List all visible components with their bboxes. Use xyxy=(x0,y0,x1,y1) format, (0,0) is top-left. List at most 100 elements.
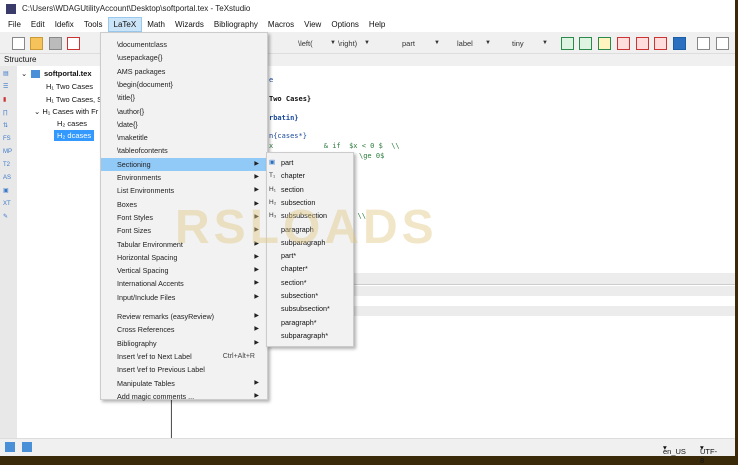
collapse-icon[interactable]: ⌄ xyxy=(21,69,27,78)
language-select[interactable]: en_US ▾ xyxy=(663,443,686,456)
sectioning-item-part[interactable]: ▣ part xyxy=(267,156,353,169)
latex-menu-item[interactable]: Add magic comments ... ▶ xyxy=(101,390,267,403)
latex-menu-item[interactable]: Boxes ▶ xyxy=(101,198,267,211)
fs-icon[interactable]: FS xyxy=(3,135,13,144)
menu-view[interactable]: View xyxy=(299,17,326,32)
sectioning-item-subsection[interactable]: H₂ subsection xyxy=(267,196,353,209)
menu-item-label: Tabular Environment xyxy=(117,239,183,249)
sectioning-item-section-star[interactable]: section* xyxy=(267,276,353,289)
latex-menu-item[interactable]: \author{} xyxy=(101,105,267,118)
latex-menu-item[interactable]: Insert \ref to Previous Label xyxy=(101,363,267,376)
latex-menu-item[interactable]: Font Sizes ▶ xyxy=(101,224,267,237)
latex-menu-item[interactable]: \usepackage{} xyxy=(101,51,267,64)
latex-menu-item[interactable]: International Accents ▶ xyxy=(101,277,267,290)
tree-item[interactable]: H₂ cases xyxy=(57,119,87,128)
sectioning-item-subparagraph-star[interactable]: subparagraph* xyxy=(267,329,353,342)
table-align-icon[interactable] xyxy=(673,37,686,50)
tree-root[interactable]: softportal.tex xyxy=(44,69,92,78)
document-2-icon[interactable] xyxy=(716,37,729,50)
close-file-icon[interactable] xyxy=(67,37,80,50)
t2-icon[interactable]: T2 xyxy=(3,161,13,170)
table-remove-column-icon[interactable] xyxy=(636,37,649,50)
latex-menu-item[interactable]: \date{} xyxy=(101,118,267,131)
table-columns-icon[interactable] xyxy=(579,37,592,50)
toc-icon[interactable]: ☰ xyxy=(3,83,13,92)
bookmarks-icon[interactable]: ▮ xyxy=(3,96,13,105)
latex-menu-item[interactable]: Tabular Environment ▶ xyxy=(101,238,267,251)
latex-menu-item[interactable]: Insert \ref to Next Label Ctrl+Alt+R xyxy=(101,350,267,363)
sectioning-item-subsubsection-star[interactable]: subsubsection* xyxy=(267,302,353,315)
tree-item[interactable]: ⌄ H₁ Cases with Fr xyxy=(34,107,98,116)
as-icon[interactable]: AS xyxy=(3,174,13,183)
latex-menu-item[interactable]: Font Styles ▶ xyxy=(101,211,267,224)
font-size-select[interactable]: tiny ▼ xyxy=(512,37,548,49)
latex-menu-item[interactable]: Sectioning ▶ xyxy=(101,157,267,171)
panel-toggle-2-icon[interactable] xyxy=(22,442,32,452)
new-file-icon[interactable] xyxy=(12,37,25,50)
right-delimiter-select[interactable]: \right) ▼ xyxy=(338,37,370,49)
latex-menu-item[interactable]: Review remarks (easyReview) ▶ xyxy=(101,310,267,323)
encoding-select[interactable]: UTF-8 ▾ xyxy=(700,443,717,465)
sectioning-item-subparagraph[interactable]: subparagraph xyxy=(267,236,353,249)
menu-options[interactable]: Options xyxy=(326,17,364,32)
math-symbols-icon[interactable]: ∏ xyxy=(3,109,13,118)
save-icon[interactable] xyxy=(49,37,62,50)
table-remove-row-icon[interactable] xyxy=(617,37,630,50)
latex-menu-item[interactable]: \documentclass xyxy=(101,38,267,51)
latex-menu-item[interactable]: Bibliography ▶ xyxy=(101,337,267,350)
menu-item-label: Insert \ref to Next Label xyxy=(117,351,192,361)
menu-help[interactable]: Help xyxy=(364,17,390,32)
latex-menu-item[interactable]: \title{} xyxy=(101,91,267,104)
menu-wizards[interactable]: Wizards xyxy=(170,17,209,32)
structure-icon[interactable]: ▤ xyxy=(3,70,13,79)
arrows-icon[interactable]: ⇅ xyxy=(3,122,13,131)
menu-idefix[interactable]: Idefix xyxy=(50,17,79,32)
sectioning-item-paragraph-star[interactable]: paragraph* xyxy=(267,316,353,329)
latex-menu-item[interactable]: Vertical Spacing ▶ xyxy=(101,264,267,277)
panel-toggle-icon[interactable] xyxy=(5,442,15,452)
menu-item-label: \title{} xyxy=(117,93,135,103)
pictures-icon[interactable]: ▣ xyxy=(3,187,13,196)
left-delimiter-select[interactable]: \left(▼ xyxy=(298,37,336,49)
menu-item-label: \tableofcontents xyxy=(117,146,168,156)
table-icon[interactable] xyxy=(561,37,574,50)
menu-item-label: part xyxy=(281,158,294,167)
sectioning-item-chapter-star[interactable]: chapter* xyxy=(267,262,353,275)
sectioning-item-paragraph[interactable]: paragraph xyxy=(267,223,353,236)
menu-file[interactable]: File xyxy=(3,17,26,32)
latex-menu-item[interactable]: Manipulate Tables ▶ xyxy=(101,377,267,390)
document-icon[interactable] xyxy=(697,37,710,50)
open-folder-icon[interactable] xyxy=(30,37,43,50)
latex-menu-item[interactable]: \tableofcontents xyxy=(101,144,267,157)
latex-menu-item[interactable]: Horizontal Spacing ▶ xyxy=(101,251,267,264)
sectioning-item-subsubsection[interactable]: H₃ subsubsection xyxy=(267,209,353,222)
latex-menu-item[interactable]: AMS packages xyxy=(101,65,267,78)
latex-menu-item[interactable]: \maketitle xyxy=(101,131,267,144)
menu-bibliography[interactable]: Bibliography xyxy=(209,17,263,32)
tree-item[interactable]: H₁ Two Cases, S xyxy=(46,95,102,104)
tree-item[interactable]: H₁ Two Cases xyxy=(46,82,93,91)
menu-math[interactable]: Math xyxy=(142,17,170,32)
sectioning-item-subsection-star[interactable]: subsection* xyxy=(267,289,353,302)
table-insert-icon[interactable] xyxy=(598,37,611,50)
latex-menu-item[interactable]: Input/Include Files ▶ xyxy=(101,291,267,304)
menu-tools[interactable]: Tools xyxy=(79,17,108,32)
menu-macros[interactable]: Macros xyxy=(263,17,299,32)
menu-latex[interactable]: LaTeX xyxy=(107,17,143,32)
menu-edit[interactable]: Edit xyxy=(26,17,50,32)
latex-menu-item[interactable]: \begin{document} xyxy=(101,78,267,91)
mp-icon[interactable]: MP xyxy=(3,148,13,157)
sectioning-item-section[interactable]: H₁ section xyxy=(267,183,353,196)
sectioning-select[interactable]: part ▼ xyxy=(402,37,440,49)
table-edit-icon[interactable] xyxy=(654,37,667,50)
xt-icon[interactable]: XT xyxy=(3,200,13,209)
reference-select[interactable]: label ▼ xyxy=(457,37,491,49)
latex-menu-item[interactable]: Environments ▶ xyxy=(101,171,267,184)
notes-icon[interactable]: ✎ xyxy=(3,213,13,222)
submenu-arrow-icon: ▶ xyxy=(254,160,259,167)
latex-menu-item[interactable]: List Environments ▶ xyxy=(101,184,267,197)
sectioning-item-chapter[interactable]: T₁ chapter xyxy=(267,169,353,182)
sectioning-item-part-star[interactable]: part* xyxy=(267,249,353,262)
tree-item-selected[interactable]: H₂ dcases xyxy=(54,130,95,141)
latex-menu-item[interactable]: Cross References ▶ xyxy=(101,323,267,336)
